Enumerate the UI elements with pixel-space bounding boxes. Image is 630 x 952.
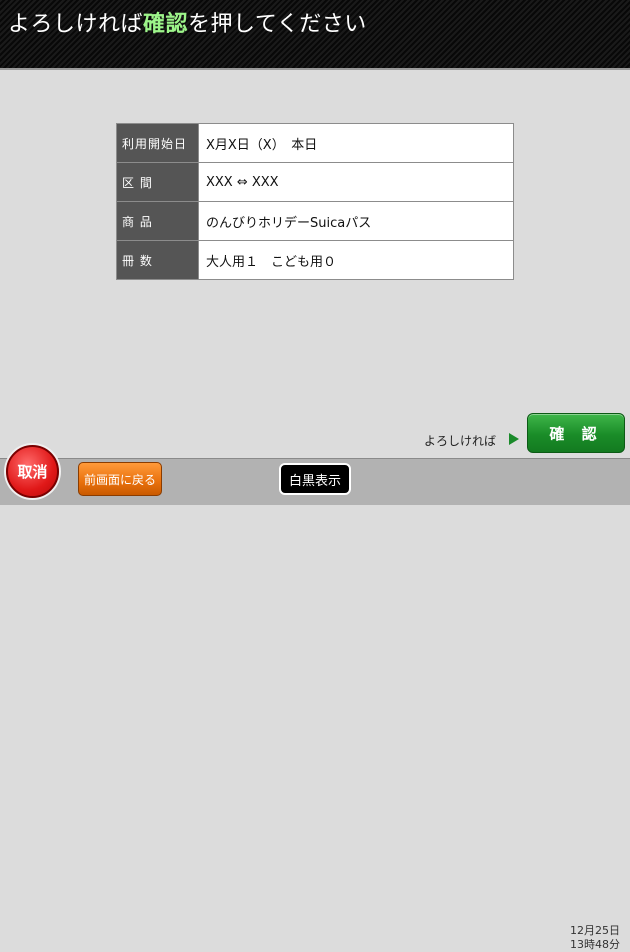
section-value: XXX ⇔ XXX — [198, 162, 514, 202]
ticket-info-table: 利用開始日 X月X日（X） 本日 区 間 XXX ⇔ XXX 商 品 のんびりホ… — [116, 123, 514, 280]
product-label: 商 品 — [116, 201, 199, 241]
datetime-display: 12月25日 13時48分 — [570, 924, 620, 952]
table-row: 冊 数 大人用１ こども用０ — [116, 240, 514, 280]
header-bar: よろしければ確認を押してください — [0, 0, 630, 70]
quantity-value: 大人用１ こども用０ — [198, 240, 514, 280]
instruction-title: よろしければ確認を押してください — [8, 6, 367, 38]
confirm-button[interactable]: 確 認 — [527, 413, 625, 453]
section-label: 区 間 — [116, 162, 199, 202]
cancel-button[interactable]: 取消 — [6, 445, 59, 498]
quantity-label: 冊 数 — [116, 240, 199, 280]
instruction-highlight: 確認 — [143, 12, 189, 37]
instruction-suffix: を押してください — [188, 12, 367, 37]
instruction-prefix: よろしければ — [8, 12, 144, 37]
date-text: 12月25日 — [570, 924, 620, 937]
product-value: のんびりホリデーSuicaパス — [198, 201, 514, 241]
table-row: 区 間 XXX ⇔ XXX — [116, 162, 514, 202]
back-button[interactable]: 前画面に戻る — [78, 462, 162, 496]
play-arrow-icon — [509, 433, 519, 445]
start-date-value: X月X日（X） 本日 — [198, 123, 514, 163]
start-date-label: 利用開始日 — [116, 123, 199, 163]
time-text: 13時48分 — [570, 938, 620, 951]
table-row: 商 品 のんびりホリデーSuicaパス — [116, 201, 514, 241]
table-row: 利用開始日 X月X日（X） 本日 — [116, 123, 514, 163]
confirm-prompt: よろしければ — [424, 434, 497, 448]
monochrome-toggle-button[interactable]: 白黒表示 — [279, 463, 351, 495]
